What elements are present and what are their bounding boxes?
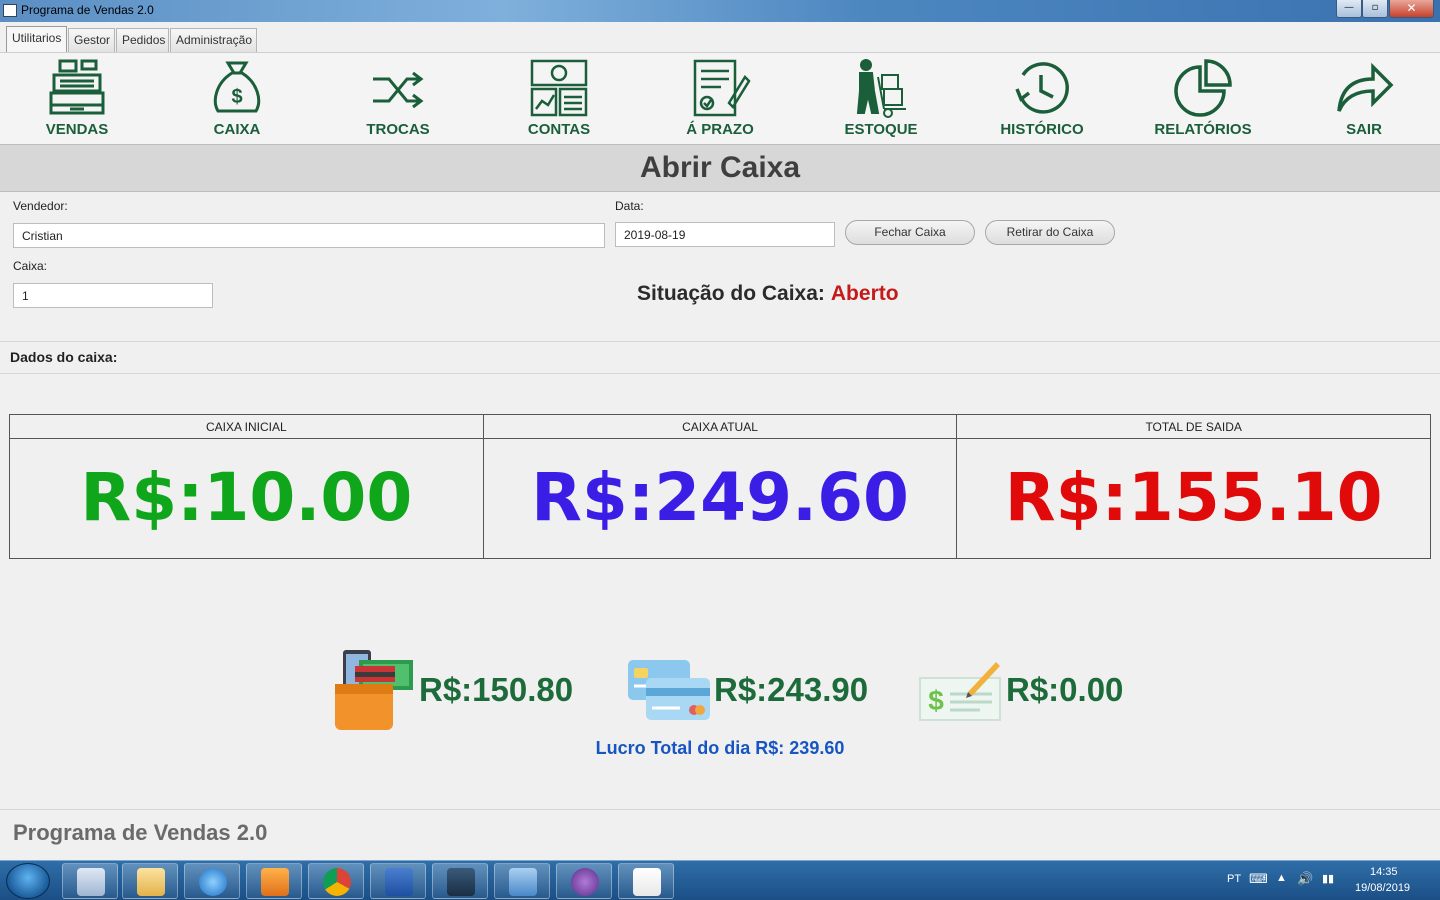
data-field[interactable]: 2019-08-19 [615,222,835,247]
keyboard-icon[interactable]: ⌨ [1249,871,1268,900]
accounts-calculator-icon [530,59,588,117]
tab-gestor[interactable]: Gestor [68,28,115,52]
a-prazo-label: Á PRAZO [686,121,754,138]
caixa-label: CAIXA [213,121,261,138]
relatorios-button[interactable]: RELATÓRIOS [1133,57,1273,143]
contract-signature-icon [693,59,751,117]
retirar-caixa-button[interactable]: Retirar do Caixa [985,220,1115,245]
page-title: Abrir Caixa [639,151,801,184]
contas-button[interactable]: CONTAS [489,57,629,143]
contas-label: CONTAS [527,121,591,138]
java-icon[interactable] [618,863,674,899]
sair-label: SAIR [1346,121,1382,138]
hand-truck-icon [856,59,906,118]
app-icon [3,4,17,17]
totals-table: CAIXA INICIAL R$:10.00 CAIXA ATUAL R$:24… [9,414,1431,559]
mysql-workbench-icon[interactable] [432,863,488,899]
caixa-atual-header: CAIXA ATUAL [483,415,957,439]
situacao-value: Aberto [830,282,899,305]
data-label: Data: [615,199,644,213]
caixa-field[interactable]: 1 [13,283,213,308]
volume-icon[interactable]: 🔊 [1297,871,1313,900]
check-icon: $ [919,662,1001,721]
vendedor-label: Vendedor: [13,199,68,213]
caixa-atual-value: R$:249.60 [531,459,909,536]
chrome-icon[interactable] [308,863,364,899]
sair-button[interactable]: SAIR [1294,57,1434,143]
vendas-label: VENDAS [45,121,109,138]
lucro-total: Lucro Total do dia R$: 239.60 [595,738,845,758]
fechar-caixa-button[interactable]: Fechar Caixa [845,220,975,245]
cartao-value: R$:243.90 [714,671,869,708]
total-saida-column: TOTAL DE SAIDA R$:155.10 [957,415,1431,558]
window-titlebar: Programa de Vendas 2.0 — ▫ ✕ [0,0,1440,22]
svg-text:$: $ [231,86,242,108]
historico-button[interactable]: HISTÓRICO [972,57,1112,143]
caixa-atual-column: CAIXA ATUAL R$:249.60 [483,415,958,558]
show-hidden-icons-icon[interactable]: ▲ [1276,872,1287,900]
tab-administracao[interactable]: Administração [170,28,257,52]
pie-chart-icon [1174,59,1232,117]
estoque-button[interactable]: ESTOQUE [811,57,951,143]
start-button[interactable] [6,863,50,899]
cheque-value: R$:0.00 [1006,671,1124,708]
cash-register-icon [49,59,105,115]
minimize-button[interactable]: — [1336,0,1362,18]
clock-date[interactable]: 19/08/2019 [1355,882,1410,900]
historico-label: HISTÓRICO [1000,121,1084,138]
trocas-label: TROCAS [366,121,430,138]
caixa-button[interactable]: $ CAIXA [167,57,307,143]
network-icon[interactable]: ▮▮ [1322,872,1334,900]
language-indicator[interactable]: PT [1227,873,1241,900]
exit-arrow-icon [1337,62,1394,112]
tab-bar: Utilitarios Gestor Pedidos Administração [0,22,1440,52]
divider [0,373,1440,374]
payment-cheque: $ R$:0.00 [918,645,1123,735]
github-icon[interactable] [556,863,612,899]
money-bag-icon: $ [213,61,261,113]
trocas-button[interactable]: TROCAS [328,57,468,143]
virtualbox-icon[interactable] [494,863,550,899]
close-button[interactable]: ✕ [1389,0,1434,18]
total-saida-header: TOTAL DE SAIDA [957,415,1431,439]
estoque-label: ESTOQUE [844,121,918,138]
svg-text:$: $ [928,685,944,716]
main-toolbar: VENDAS $ CAIXA TROCAS CONTAS Á PRAZO EST… [0,52,1440,144]
total-saida-value: R$:155.10 [1004,459,1383,536]
credit-cards-icon [628,660,710,720]
divider [0,809,1440,810]
maximize-button[interactable]: ▫ [1362,0,1388,18]
tab-pedidos[interactable]: Pedidos [116,28,169,52]
caixa-inicial-column: CAIXA INICIAL R$:10.00 [10,415,484,558]
caixa-label-field: Caixa: [13,259,48,273]
situacao-status: Situação do Caixa: Aberto [637,282,899,306]
page-header: Abrir Caixa [0,144,1440,192]
vendedor-field[interactable]: Cristian [13,223,605,248]
history-clock-icon [1015,62,1069,114]
word-icon[interactable] [370,863,426,899]
media-player-icon[interactable] [246,863,302,899]
payment-dinheiro: R$:150.80 [333,645,573,735]
caixa-inicial-header: CAIXA INICIAL [10,415,483,439]
dinheiro-value: R$:150.80 [419,671,574,708]
internet-explorer-icon[interactable] [184,863,240,899]
windows-taskbar: PT ⌨ ▲ 🔊 ▮▮ 14:35 19/08/2019 [0,860,1440,900]
payment-cartao: R$:243.90 [626,645,868,735]
dados-caixa-label: Dados do caixa: [10,349,118,365]
divider [0,341,1440,342]
caixa-inicial-value: R$:10.00 [80,459,413,536]
vendas-button[interactable]: VENDAS [7,57,147,143]
tab-utilitarios[interactable]: Utilitarios [6,26,67,52]
folder-icon[interactable] [62,863,118,899]
relatorios-label: RELATÓRIOS [1154,121,1252,138]
situacao-label: Situação do Caixa: [637,282,825,305]
footer-app-name: Programa de Vendas 2.0 [13,820,268,845]
window-title: Programa de Vendas 2.0 [21,3,154,17]
file-manager-icon[interactable] [122,863,178,899]
a-prazo-button[interactable]: Á PRAZO [650,57,790,143]
wallet-icon [335,650,413,730]
exchange-arrows-icon [373,71,424,109]
